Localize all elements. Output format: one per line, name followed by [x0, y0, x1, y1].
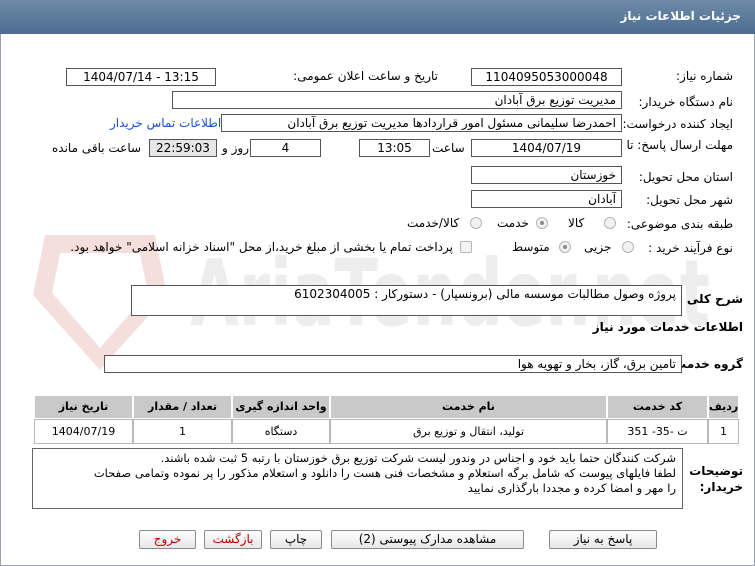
title-bar: جزئیات اطلاعات نیاز [0, 0, 755, 34]
announce-label: تاریخ و ساعت اعلان عمومی: [293, 69, 438, 83]
cell-service-code: ت -35- 351 [607, 419, 708, 444]
category-option-goods: کالا [568, 216, 585, 230]
cell-service-name: تولید، انتقال و توزیع برق [330, 419, 607, 444]
cell-unit: دستگاه [232, 419, 330, 444]
category-option-goods-service: کالا/خدمت [407, 216, 460, 230]
buyer-label: نام دستگاه خریدار: [638, 95, 734, 109]
need-number-label: شماره نیاز: [676, 69, 733, 83]
col-header-need-date: تاریخ نیاز [34, 395, 133, 419]
buyer-notes-field: شرکت کنندگان حتما باید خود و اجناس در ون… [32, 448, 683, 509]
announce-date-field: 1404/07/14 - 13:15 [66, 68, 216, 86]
deadline-time-field: 13:05 [359, 139, 430, 157]
days-remaining-field: 4 [250, 139, 321, 157]
deadline-date-field: 1404/07/19 [471, 139, 622, 157]
need-number-field: 1104095053000048 [471, 68, 622, 86]
treasury-payment-checkbox[interactable] [460, 241, 472, 253]
cell-quantity: 1 [133, 419, 232, 444]
province-field: خوزستان [471, 166, 622, 184]
process-radio-minor[interactable] [622, 241, 634, 253]
services-section-title: اطلاعات خدمات مورد نیاز [592, 320, 743, 334]
remaining-label: ساعت باقی مانده [52, 141, 142, 155]
col-header-service-name: نام خدمت [330, 395, 607, 419]
remaining-time-field: 22:59:03 [149, 139, 217, 157]
cell-need-date: 1404/07/19 [34, 419, 133, 444]
contact-buyer-link[interactable]: اطلاعات تماس خریدار [110, 116, 221, 130]
exit-button[interactable]: خروج [139, 530, 196, 549]
category-radio-goods-service[interactable] [470, 217, 482, 229]
process-option-minor: جزیی [584, 240, 612, 254]
creator-field: احمدرضا سلیمانی مسئول امور قراردادها مدی… [221, 114, 622, 132]
creator-label: ایجاد کننده درخواست: [622, 117, 733, 131]
buyer-notes-line-3: را مهر و امضا کرده و مجددا بارگذاری نمای… [467, 481, 676, 495]
description-field: پروژه وصول مطالبات موسسه مالی (برونسپار)… [131, 285, 682, 316]
buyer-notes-label: توضیحات خریدار: [689, 464, 743, 494]
buyer-notes-label-1: توضیحات خریدار: [688, 463, 743, 495]
deadline-time-label: ساعت [432, 141, 465, 155]
attachments-button[interactable]: مشاهده مدارک پیوستی (2) [331, 530, 524, 549]
days-label: روز و [222, 141, 249, 155]
process-radio-medium[interactable] [559, 241, 571, 253]
back-button[interactable]: بازگشت [204, 530, 262, 549]
col-header-unit: واحد اندازه گیری [232, 395, 330, 419]
buyer-notes-line-1: شرکت کنندگان حتما باید خود و اجناس در ون… [160, 451, 676, 465]
category-option-service: خدمت [497, 216, 529, 230]
city-field: آبادان [471, 190, 622, 208]
buyer-notes-line-2: لطفا فایلهای پیوست که شامل برگه استعلام … [93, 466, 676, 480]
process-option-medium: متوسط [512, 240, 550, 254]
city-label: شهر محل تحویل: [646, 193, 733, 207]
col-header-quantity: تعداد / مقدار [133, 395, 232, 419]
category-label: طبقه بندی موضوعی: [626, 217, 733, 231]
treasury-payment-note: پرداخت تمام یا بخشی از مبلغ خرید،از محل … [70, 240, 453, 254]
col-header-service-code: کد خدمت [607, 395, 708, 419]
buyer-field: مدیریت توزیع برق آبادان [172, 91, 622, 109]
cell-row-number: 1 [708, 419, 739, 444]
service-group-field: تامین برق، گاز، بخار و تهویه هوا [104, 355, 682, 373]
province-label: استان محل تحویل: [638, 170, 733, 184]
page-title: جزئیات اطلاعات نیاز [620, 9, 741, 23]
category-radio-goods[interactable] [604, 217, 616, 229]
col-header-row: ردیف [708, 395, 739, 419]
category-radio-service[interactable] [536, 217, 548, 229]
process-label: نوع فرآیند خرید : [648, 241, 733, 255]
print-button[interactable]: چاپ [270, 530, 322, 549]
reply-button[interactable]: پاسخ به نیاز [549, 530, 657, 549]
